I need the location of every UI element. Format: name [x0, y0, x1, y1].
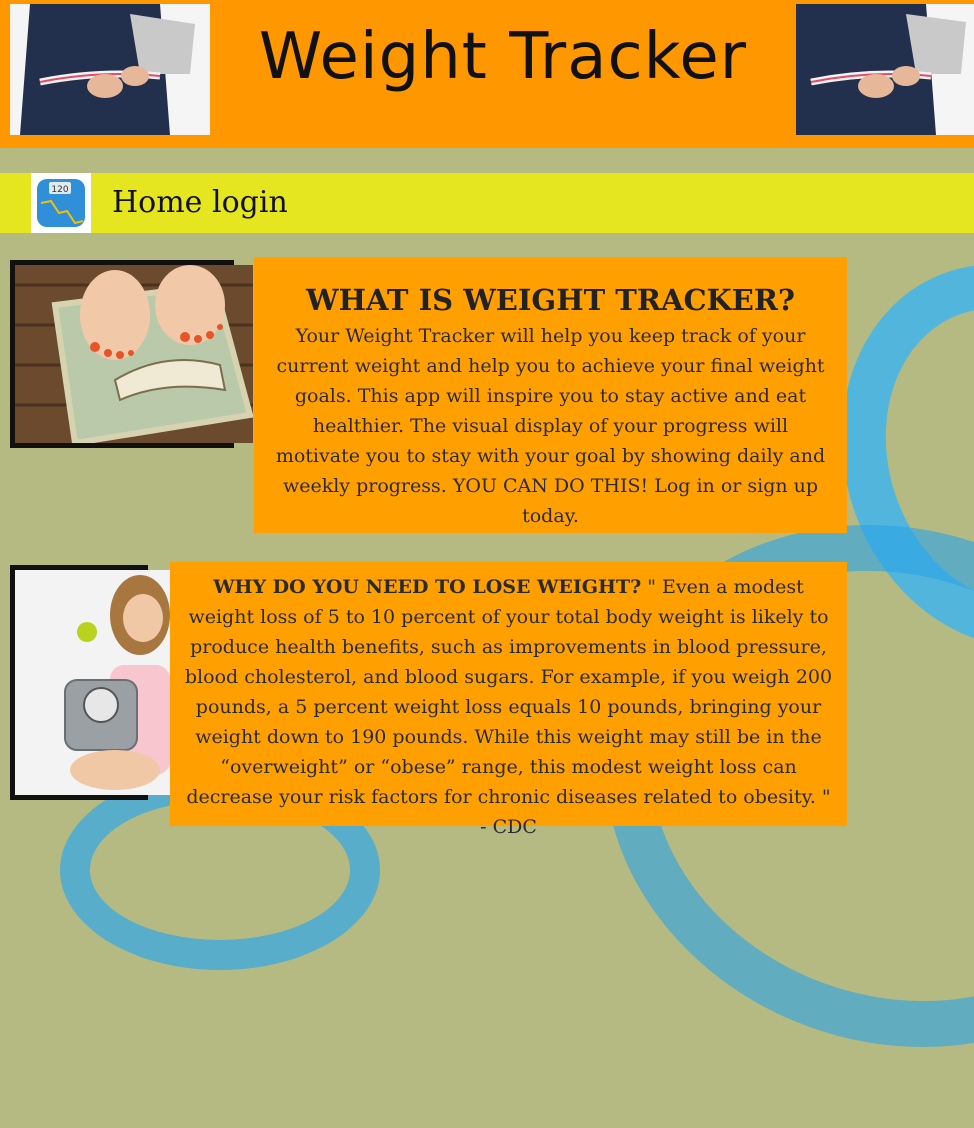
- scale-feet-photo: [15, 265, 253, 443]
- nav-login-link[interactable]: login: [212, 185, 288, 220]
- weight-chart-app-icon[interactable]: 120: [31, 173, 91, 233]
- why-heading: WHY DO YOU NEED TO LOSE WEIGHT?: [213, 576, 642, 598]
- app-icon-reading: 120: [51, 185, 68, 195]
- why-body: " Even a modest weight loss of 5 to 10 p…: [184, 576, 833, 838]
- nav-home-link[interactable]: Home: [112, 185, 202, 220]
- why-card: WHY DO YOU NEED TO LOSE WEIGHT? " Even a…: [170, 562, 847, 838]
- tape-measure-waist-photo: [10, 4, 210, 135]
- tape-measure-waist-photo: [796, 4, 974, 135]
- header-banner: Weight Tracker: [0, 0, 974, 148]
- page-title: Weight Tracker: [258, 20, 748, 94]
- why-text: WHY DO YOU NEED TO LOSE WEIGHT? " Even a…: [184, 572, 833, 842]
- woman-with-scale-photo: [15, 570, 170, 795]
- nav-bar: 120 Home login: [0, 173, 974, 233]
- about-text: Your Weight Tracker will help you keep t…: [275, 325, 826, 527]
- about-card: WHAT IS WEIGHT TRACKER? Your Weight Trac…: [254, 257, 847, 533]
- about-heading: WHAT IS WEIGHT TRACKER?: [306, 283, 795, 317]
